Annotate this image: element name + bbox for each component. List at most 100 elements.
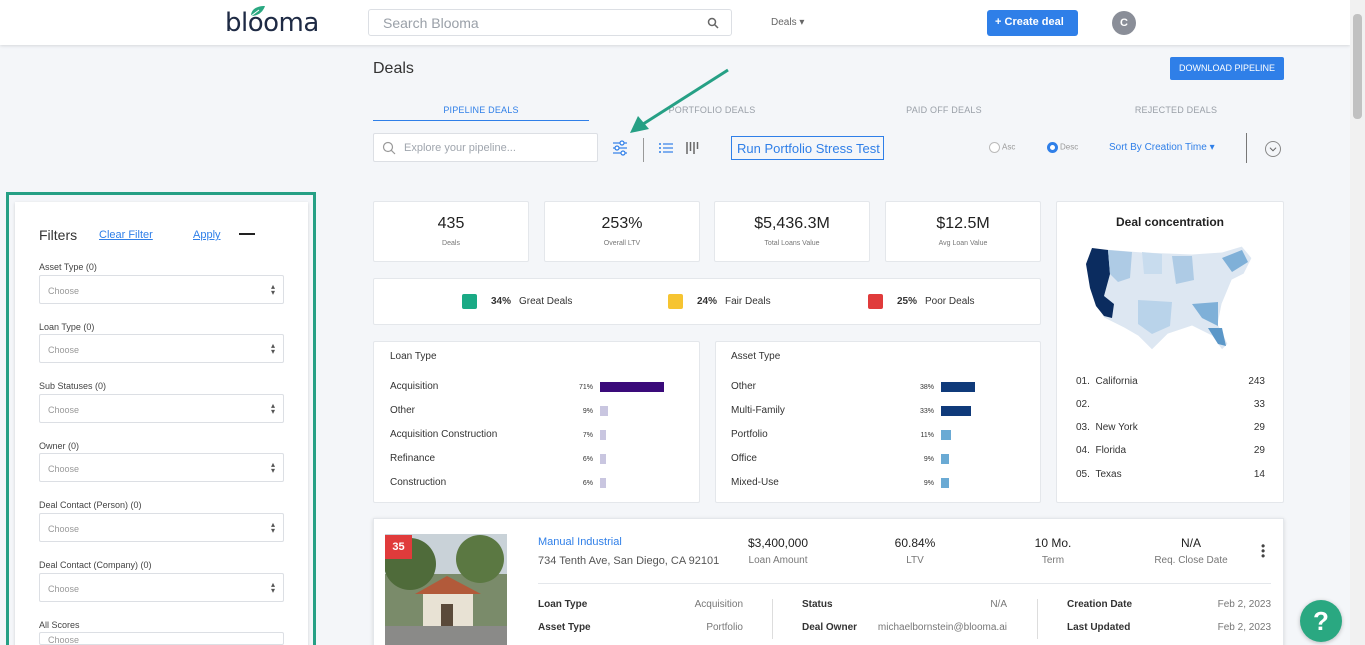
- create-deal-button[interactable]: + Create deal: [987, 10, 1078, 36]
- logo-text: blooma: [225, 8, 319, 38]
- concentration-rank: 04.: [1076, 445, 1090, 456]
- deal-owner-value: michaelbornstein@blooma.ai: [877, 622, 1007, 633]
- asset-type-row-label: Other: [731, 381, 757, 392]
- asset-type-row-pct: 9%: [923, 456, 934, 463]
- deal-contact-person-filter-select[interactable]: Choose ▴ ▾: [39, 513, 284, 542]
- tab-pipeline-deals[interactable]: PIPELINE DEALS: [373, 105, 589, 115]
- global-search-input[interactable]: Search Blooma: [368, 9, 732, 36]
- loan-type-row-bar[interactable]: [600, 406, 609, 416]
- sort-by-dropdown[interactable]: Sort By Creation Time ▾: [1109, 142, 1215, 153]
- loan-type-title: Loan Type: [390, 351, 437, 362]
- stat-card-deals: 435 Deals: [373, 201, 529, 262]
- status-key: Status: [802, 599, 833, 610]
- scrollbar-thumb[interactable]: [1353, 14, 1362, 119]
- asset-type-row-bar[interactable]: [941, 406, 971, 416]
- select-value: Choose: [48, 524, 80, 534]
- concentration-count: 243: [1248, 376, 1265, 387]
- last-updated-value: Feb 2, 2023: [1217, 622, 1271, 633]
- deals-dropdown-label: Deals: [771, 17, 797, 28]
- loan-type-key: Loan Type: [538, 599, 588, 610]
- loan-type-row-bar[interactable]: [600, 454, 606, 464]
- concentration-rank: 03.: [1076, 422, 1090, 433]
- board-view-icon[interactable]: [684, 140, 700, 156]
- term-label: Term: [1041, 555, 1065, 566]
- last-updated-key: Last Updated: [1067, 622, 1131, 633]
- page-scrollbar[interactable]: [1350, 0, 1365, 645]
- tab-paid-off-deals[interactable]: PAID OFF DEALS: [836, 105, 1052, 115]
- concentration-state: Texas: [1095, 469, 1122, 480]
- loan-type-row-bar[interactable]: [600, 478, 606, 488]
- stat-card-avg-loan: $12.5M Avg Loan Value: [885, 201, 1041, 262]
- asset-type-title: Asset Type: [731, 351, 781, 362]
- pipeline-search-placeholder: Explore your pipeline...: [404, 142, 516, 154]
- help-button[interactable]: ?: [1300, 600, 1342, 642]
- asset-type-row-pct: 9%: [923, 480, 934, 487]
- asset-type-row-bar[interactable]: [941, 478, 950, 488]
- asset-type-row-pct: 33%: [919, 408, 934, 415]
- portfolio-stress-test-button[interactable]: Run Portfolio Stress Test: [731, 136, 884, 160]
- select-value: Choose: [48, 635, 80, 645]
- annotation-arrow-icon: [630, 68, 729, 133]
- owner-filter-select[interactable]: Choose ▴ ▾: [39, 453, 284, 482]
- collapse-filters-icon[interactable]: [239, 233, 255, 235]
- asset-type-row-bar[interactable]: [941, 430, 951, 440]
- deals-dropdown[interactable]: Deals ▾: [771, 17, 804, 28]
- list-view-icon[interactable]: [658, 140, 674, 156]
- pipeline-search-input[interactable]: Explore your pipeline...: [373, 133, 598, 162]
- user-avatar[interactable]: C: [1112, 11, 1136, 35]
- deal-name-link[interactable]: Manual Industrial: [538, 536, 622, 548]
- select-arrows-icon: ▴ ▾: [270, 460, 275, 475]
- details-divider: [1037, 599, 1038, 639]
- apply-filter-link[interactable]: Apply: [193, 229, 221, 241]
- concentration-row: 03. New York 29: [1076, 422, 1265, 433]
- download-pipeline-button[interactable]: DOWNLOAD PIPELINE: [1170, 57, 1284, 80]
- all-scores-filter-select[interactable]: Choose: [39, 632, 284, 645]
- sub-statuses-filter-select[interactable]: Choose ▴ ▾: [39, 394, 284, 423]
- stat-value: $5,436.3M: [754, 215, 830, 232]
- poor-deals-label: Poor Deals: [925, 296, 975, 308]
- asset-type-row-bar[interactable]: [941, 454, 950, 464]
- sort-asc-radio[interactable]: Asc: [989, 142, 1015, 153]
- deal-owner-key: Deal Owner: [802, 622, 858, 633]
- concentration-state: California: [1095, 376, 1138, 387]
- asset-type-row-label: Portfolio: [731, 429, 768, 440]
- loan-type-row-pct: 7%: [582, 432, 593, 439]
- asset-type-filter-select[interactable]: Choose ▴ ▾: [39, 275, 284, 304]
- global-search-placeholder: Search Blooma: [383, 15, 479, 31]
- select-value: Choose: [48, 286, 80, 296]
- asset-type-row-pct: 11%: [920, 432, 935, 439]
- all-scores-filter-label: All Scores: [39, 620, 80, 630]
- fair-deals-label: Fair Deals: [725, 296, 771, 308]
- select-arrows-icon: ▴ ▾: [270, 580, 275, 595]
- select-value: Choose: [48, 464, 80, 474]
- deal-concentration-title: Deal concentration: [1115, 215, 1225, 229]
- asset-type-row-bar[interactable]: [941, 382, 976, 392]
- blooma-logo[interactable]: blooma: [225, 6, 319, 38]
- concentration-row: 01. California 243: [1076, 376, 1265, 387]
- deal-contact-company-filter-select[interactable]: Choose ▴ ▾: [39, 573, 284, 602]
- sort-asc-label: Asc: [1002, 142, 1016, 152]
- collapse-chevron-icon[interactable]: [1265, 141, 1281, 157]
- loan-type-row-pct: 9%: [582, 408, 593, 415]
- loan-amount-label: Loan Amount: [748, 555, 808, 566]
- loan-type-row-label: Other: [390, 405, 416, 416]
- concentration-rank: 05.: [1076, 469, 1090, 480]
- filter-sliders-icon[interactable]: [612, 140, 628, 156]
- loan-type-row-bar[interactable]: [600, 382, 664, 392]
- us-map-icon[interactable]: [1072, 244, 1254, 354]
- concentration-row: 02. 33: [1076, 399, 1265, 410]
- concentration-count: 29: [1253, 422, 1265, 433]
- select-value: Choose: [48, 405, 80, 415]
- loan-type-row-bar[interactable]: [600, 430, 607, 440]
- asset-type-row-label: Mixed-Use: [731, 477, 779, 488]
- loan-type-filter-select[interactable]: Choose ▴ ▾: [39, 334, 284, 363]
- loan-amount-value: $3,400,000: [747, 536, 809, 550]
- loan-type-row-label: Refinance: [390, 453, 436, 464]
- page-title: Deals: [373, 60, 414, 77]
- sort-desc-radio[interactable]: Desc: [1047, 142, 1078, 153]
- more-options-icon[interactable]: • • •: [1261, 540, 1265, 562]
- clear-filter-link[interactable]: Clear Filter: [99, 229, 153, 241]
- tab-rejected-deals[interactable]: REJECTED DEALS: [1068, 105, 1284, 115]
- concentration-row: 04. Florida 29: [1076, 445, 1265, 456]
- radio-checked-icon: [1047, 142, 1058, 153]
